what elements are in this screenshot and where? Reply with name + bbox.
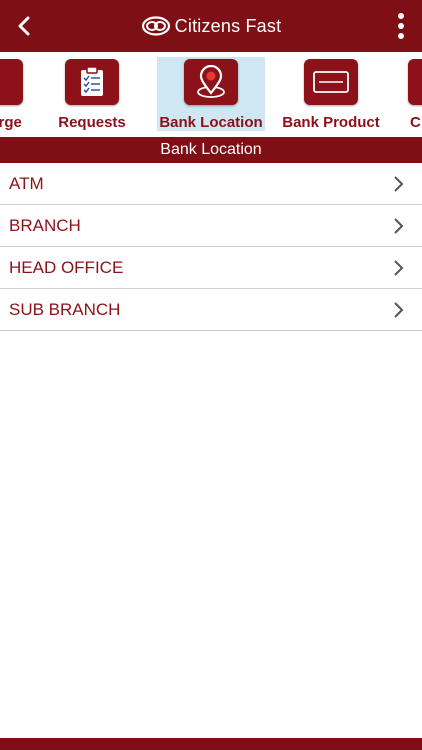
checklist-icon (65, 59, 119, 105)
card-icon (304, 59, 358, 105)
tab-requests[interactable]: Requests (48, 57, 136, 131)
chevron-right-icon (392, 301, 404, 319)
section-title: Bank Location (160, 141, 262, 158)
tab-label: Requests (58, 114, 126, 131)
tab-partial[interactable]: C (408, 57, 422, 131)
list-item-label: BRANCH (9, 215, 81, 235)
more-menu-button[interactable] (390, 10, 412, 42)
tab-label: Bank Location (159, 114, 263, 131)
tab-bank-product[interactable]: Bank Product (276, 57, 386, 131)
map-pin-icon (184, 59, 238, 105)
list-item-label: ATM (9, 173, 44, 193)
brand: Citizens Fast (0, 0, 422, 52)
partial-icon (408, 59, 422, 105)
tab-recharge[interactable]: arge (0, 57, 32, 131)
bottom-bar (0, 738, 422, 750)
list-item-head-office[interactable]: HEAD OFFICE (0, 247, 422, 289)
recharge-icon (0, 59, 23, 105)
tab-label: Bank Product (282, 114, 380, 131)
list-item-label: SUB BRANCH (9, 299, 121, 319)
tab-label: arge (0, 114, 22, 131)
tab-bank-location[interactable]: Bank Location (157, 57, 265, 131)
top-app-bar: Citizens Fast (0, 0, 422, 52)
location-list: ATM BRANCH HEAD OFFICE SUB BRANCH (0, 163, 422, 331)
list-item-atm[interactable]: ATM (0, 163, 422, 205)
more-vertical-icon-dot (398, 23, 404, 29)
chevron-right-icon (392, 217, 404, 235)
list-item-branch[interactable]: BRANCH (0, 205, 422, 247)
tab-label: C (410, 114, 421, 131)
app-title: Citizens Fast (174, 15, 282, 36)
list-item-label: HEAD OFFICE (9, 257, 124, 277)
chevron-right-icon (392, 175, 404, 193)
more-vertical-icon (398, 13, 404, 19)
list-item-sub-branch[interactable]: SUB BRANCH (0, 289, 422, 331)
feature-tabs: arge Requests Bank Location (0, 52, 422, 134)
more-vertical-icon-dot (398, 33, 404, 39)
citizens-logo-icon (141, 16, 170, 36)
section-header: Bank Location (0, 137, 422, 163)
chevron-right-icon (392, 259, 404, 277)
